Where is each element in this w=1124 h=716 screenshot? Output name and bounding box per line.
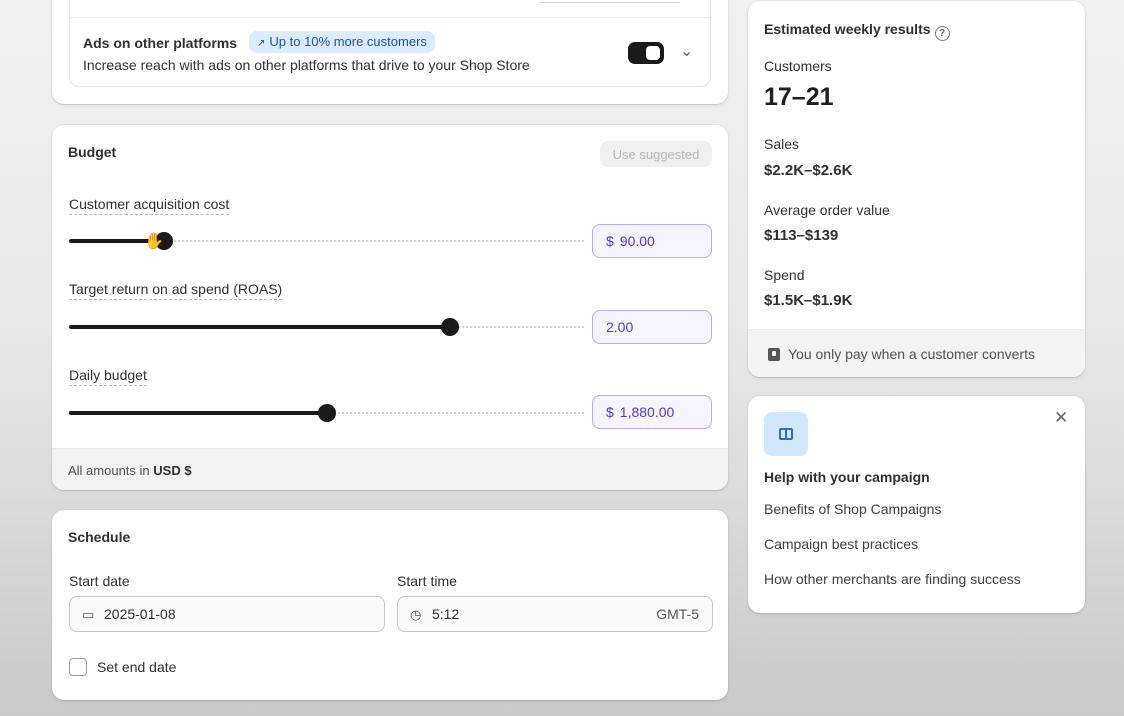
customers-label: Customers bbox=[764, 58, 832, 74]
sales-value: $2.2K–$2.6K bbox=[764, 162, 853, 179]
channels-card: Ads on other platforms ↗ Up to 10% more c… bbox=[52, 0, 728, 104]
hand-cursor-icon: ✋ bbox=[144, 233, 164, 250]
aov-value: $113–$139 bbox=[764, 227, 839, 244]
help-link-benefits[interactable]: Benefits of Shop Campaigns bbox=[764, 501, 941, 517]
use-suggested-button[interactable]: Use suggested bbox=[600, 141, 712, 167]
slider-thumb[interactable] bbox=[441, 318, 459, 336]
roas-input[interactable]: 2.00 bbox=[592, 310, 712, 344]
clock-icon: ◷ bbox=[410, 607, 422, 622]
slider-thumb[interactable] bbox=[318, 404, 336, 422]
results-title: Estimated weekly results? bbox=[764, 21, 950, 41]
currency-symbol: $ bbox=[606, 233, 614, 249]
sales-label: Sales bbox=[764, 136, 800, 152]
daily-budget-slider[interactable] bbox=[69, 404, 584, 422]
start-date-label: Start date bbox=[69, 573, 130, 589]
help-link-best-practices[interactable]: Campaign best practices bbox=[764, 536, 918, 552]
start-date-field[interactable]: ▭ 2025-01-08 bbox=[69, 596, 385, 632]
trend-up-icon: ↗ bbox=[257, 38, 266, 49]
roas-label: Target return on ad spend (ROAS) bbox=[69, 281, 283, 300]
results-footer: You only pay when a customer converts bbox=[748, 329, 1085, 377]
ads-other-platforms-title: Ads on other platforms bbox=[83, 35, 238, 51]
start-time-value: 5:12 bbox=[432, 606, 460, 622]
budget-title: Budget bbox=[68, 144, 117, 160]
spend-value: $1.5K–$1.9K bbox=[764, 292, 853, 309]
roas-slider[interactable] bbox=[69, 318, 584, 336]
daily-budget-input[interactable]: $1,880.00 bbox=[592, 395, 712, 429]
receipt-icon bbox=[768, 348, 780, 361]
ads-other-platforms-row: Ads on other platforms ↗ Up to 10% more c… bbox=[69, 0, 711, 87]
ads-other-platforms-description: Increase reach with ads on other platfor… bbox=[83, 57, 530, 73]
footer-prefix: All amounts in bbox=[68, 463, 150, 478]
footer-currency: USD $ bbox=[153, 463, 192, 478]
start-date-value: 2025-01-08 bbox=[104, 606, 176, 622]
set-end-date-label[interactable]: Set end date bbox=[97, 659, 176, 675]
book-icon bbox=[764, 412, 808, 456]
spend-label: Spend bbox=[764, 267, 805, 283]
calendar-icon: ▭ bbox=[82, 607, 95, 622]
toggle-knob bbox=[646, 46, 660, 60]
help-title: Help with your campaign bbox=[764, 469, 930, 485]
book-glyph bbox=[779, 428, 793, 440]
help-circle-icon[interactable]: ? bbox=[934, 26, 950, 41]
help-card: ✕ Help with your campaign Benefits of Sh… bbox=[748, 396, 1085, 613]
budget-footer: All amounts in USD $ bbox=[52, 448, 728, 490]
cac-input[interactable]: $90.00 bbox=[592, 224, 712, 258]
more-customers-badge: ↗ Up to 10% more customers bbox=[249, 31, 435, 53]
timezone-text: GMT-5 bbox=[656, 606, 699, 622]
daily-budget-label: Daily budget bbox=[69, 367, 147, 386]
previous-row-edge bbox=[540, 0, 680, 3]
schedule-title: Schedule bbox=[68, 529, 131, 545]
currency-symbol: $ bbox=[606, 404, 614, 420]
aov-label: Average order value bbox=[764, 202, 890, 218]
results-footer-text: You only pay when a customer converts bbox=[788, 346, 1035, 362]
roas-value: 2.00 bbox=[606, 319, 634, 335]
ads-other-platforms-toggle[interactable] bbox=[628, 42, 664, 64]
cac-label: Customer acquisition cost bbox=[69, 196, 230, 215]
help-link-other-merchants[interactable]: How other merchants are finding success bbox=[764, 571, 1021, 587]
schedule-card: Schedule Start date ▭ 2025-01-08 Start ti… bbox=[52, 510, 728, 700]
estimated-results-card: Estimated weekly results? Customers 17–2… bbox=[748, 1, 1085, 377]
customers-value: 17–21 bbox=[764, 83, 834, 111]
close-icon[interactable]: ✕ bbox=[1054, 408, 1068, 428]
start-time-field[interactable]: ◷ 5:12 GMT-5 bbox=[397, 596, 713, 632]
badge-text: Up to 10% more customers bbox=[269, 34, 427, 49]
row-divider bbox=[70, 17, 710, 18]
cac-value: 90.00 bbox=[619, 233, 655, 249]
slider-fill bbox=[69, 411, 327, 415]
budget-card: Budget Use suggested Customer acquisitio… bbox=[52, 125, 728, 490]
daily-budget-value: 1,880.00 bbox=[619, 404, 675, 420]
start-time-label: Start time bbox=[397, 573, 457, 589]
results-title-text: Estimated weekly results bbox=[764, 21, 931, 37]
set-end-date-checkbox[interactable] bbox=[69, 658, 87, 676]
slider-fill bbox=[69, 325, 450, 329]
chevron-down-icon[interactable]: ⌄ bbox=[680, 41, 693, 61]
